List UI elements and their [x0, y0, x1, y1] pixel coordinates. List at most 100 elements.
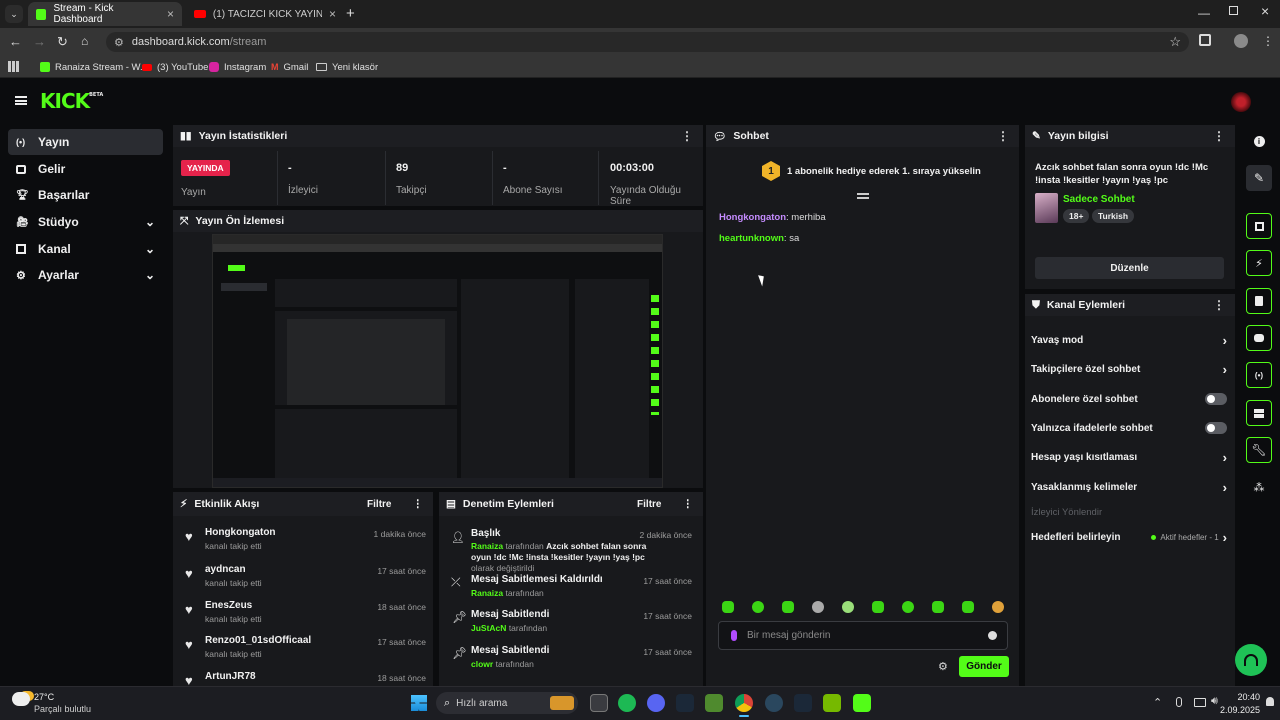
more-options-icon[interactable]: ⋮: [1213, 298, 1225, 312]
clip-icon[interactable]: [1246, 213, 1272, 239]
bookmark-ranaiza[interactable]: Ranaiza Stream - W...: [40, 58, 148, 76]
minimize-button[interactable]: —: [1198, 6, 1210, 20]
profile-avatar[interactable]: [1234, 34, 1248, 48]
emote-icon[interactable]: [902, 601, 914, 613]
display-tray-icon[interactable]: [1194, 698, 1206, 707]
emote-icon[interactable]: [962, 601, 974, 613]
more-options-icon[interactable]: ⋮: [997, 129, 1009, 143]
connections-icon[interactable]: ⁂: [1246, 474, 1272, 500]
sidebar-item-kanal[interactable]: Kanal ⌄: [8, 236, 163, 262]
edit-button[interactable]: Düzenle: [1035, 257, 1224, 279]
bookmark-folder[interactable]: Yeni klasör: [316, 58, 378, 76]
chat-bubble-icon[interactable]: [1246, 325, 1272, 351]
address-bar[interactable]: ⚙ dashboard.kick.com/stream ☆: [106, 32, 1189, 52]
close-tab-icon[interactable]: ×: [167, 7, 174, 21]
reload-icon[interactable]: ↻: [57, 34, 68, 50]
support-button[interactable]: [1235, 644, 1267, 676]
chat-goal-banner[interactable]: 1 1 abonelik hediye ederek 1. sıraya yük…: [762, 161, 981, 181]
taskbar-search[interactable]: ⌕ Hızlı arama: [436, 692, 578, 714]
slow-mode-row[interactable]: Yavaş mod ›: [1031, 330, 1227, 350]
lightning-icon[interactable]: ⚡︎: [1246, 250, 1272, 276]
layout-icon[interactable]: [1246, 400, 1272, 426]
wrench-icon[interactable]: 🔧︎: [1246, 437, 1272, 463]
activity-filter-button[interactable]: Filtre: [367, 499, 391, 510]
emote-icon[interactable]: [782, 601, 794, 613]
spotify-icon[interactable]: [618, 694, 636, 712]
microphone-icon[interactable]: [731, 630, 737, 641]
more-options-icon[interactable]: ⋮: [683, 498, 694, 510]
task-view-icon[interactable]: [590, 694, 608, 712]
notification-bell-icon[interactable]: [1266, 697, 1274, 706]
home-icon[interactable]: ⌂: [81, 34, 88, 48]
subs-only-toggle[interactable]: [1205, 393, 1227, 405]
edit-stream-icon[interactable]: ✎: [1246, 165, 1272, 191]
weather-icon[interactable]: [12, 692, 30, 706]
new-tab-button[interactable]: +: [346, 5, 355, 22]
chat-header: 💬︎ Sohbet ⋮: [706, 125, 1019, 147]
nvidia-icon[interactable]: [823, 694, 841, 712]
age-restriction-row[interactable]: Hesap yaşı kısıtlaması ›: [1031, 447, 1227, 467]
emote-icon[interactable]: [932, 601, 944, 613]
more-options-icon[interactable]: ⋮: [681, 129, 693, 143]
steam-alt-icon[interactable]: [765, 694, 783, 712]
notes-icon[interactable]: [1246, 288, 1272, 314]
hamburger-menu-icon[interactable]: [15, 96, 27, 105]
sidebar-item-gelir[interactable]: Gelir: [8, 156, 163, 182]
forward-icon[interactable]: →: [33, 34, 46, 49]
emote-icon[interactable]: [722, 601, 734, 613]
broadcast-icon[interactable]: (•): [1246, 362, 1272, 388]
followers-only-row[interactable]: Takipçilere özel sohbet ›: [1031, 359, 1227, 379]
sidebar-item-yayin[interactable]: (•) Yayın: [8, 129, 163, 155]
goals-row[interactable]: Hedefleri belirleyin Aktif hedefler - 1 ›: [1031, 527, 1227, 547]
extensions-icon[interactable]: [1199, 34, 1211, 46]
microphone-tray-icon[interactable]: [1176, 697, 1182, 707]
chat-input[interactable]: Bir mesaj gönderin: [718, 621, 1008, 650]
sidebar-item-ayarlar[interactable]: ⚙ Ayarlar ⌄: [8, 262, 163, 288]
banned-words-row[interactable]: Yasaklanmış kelimeler ›: [1031, 477, 1227, 497]
emote-icon[interactable]: [842, 601, 854, 613]
more-options-icon[interactable]: ⋮: [1213, 129, 1225, 143]
tab-kick-dashboard[interactable]: Stream - Kick Dashboard ×: [28, 2, 182, 26]
tab-list-button[interactable]: ⌄: [5, 5, 23, 23]
back-icon[interactable]: ←: [9, 34, 22, 49]
send-button[interactable]: Gönder: [959, 656, 1009, 677]
minecraft-icon[interactable]: [705, 694, 723, 712]
chat-collapse-icon[interactable]: [857, 193, 869, 199]
moderation-filter-button[interactable]: Filtre: [637, 499, 661, 510]
more-options-icon[interactable]: ⋮: [413, 498, 424, 510]
bookmark-instagram[interactable]: Instagram: [209, 58, 266, 76]
emoji-icon[interactable]: [988, 631, 997, 640]
chevron-down-icon: ⌄: [144, 268, 155, 282]
info-icon[interactable]: i: [1246, 128, 1272, 154]
tab-youtube[interactable]: (1) TACİZCİ KİCK YAYINCISI. - Yo ×: [186, 2, 344, 26]
browser-menu-icon[interactable]: ⋮: [1262, 34, 1274, 48]
kick-logo[interactable]: KICKBETA: [40, 89, 103, 113]
bookmark-gmail[interactable]: M Gmail: [271, 58, 308, 76]
discord-icon[interactable]: [647, 694, 665, 712]
kick-app-icon[interactable]: [853, 694, 871, 712]
bookmark-youtube[interactable]: (3) YouTube: [142, 58, 208, 76]
sidebar-item-studyo[interactable]: 🎥︎ Stüdyo ⌄: [8, 209, 163, 235]
emote-icon[interactable]: [752, 601, 764, 613]
site-info-icon[interactable]: ⚙: [114, 36, 124, 49]
apps-icon[interactable]: [8, 61, 19, 72]
steam-icon[interactable]: [676, 694, 694, 712]
chrome-icon[interactable]: [735, 694, 753, 712]
chat-settings-icon[interactable]: ⚙: [938, 660, 948, 673]
emote-icon[interactable]: [992, 601, 1004, 613]
clock-time[interactable]: 20:40: [1232, 692, 1260, 702]
close-tab-icon[interactable]: ×: [329, 7, 336, 21]
maximize-button[interactable]: [1229, 6, 1238, 15]
category-link[interactable]: Sadece Sohbet: [1063, 194, 1135, 205]
emote-icon[interactable]: [872, 601, 884, 613]
emotes-only-toggle[interactable]: [1205, 422, 1227, 434]
emote-icon[interactable]: [812, 601, 824, 613]
weather-temp[interactable]: 27°C: [34, 692, 54, 702]
steam-client-icon[interactable]: [794, 694, 812, 712]
sidebar-item-basarilar[interactable]: 🏆︎ Başarılar: [8, 182, 163, 208]
bookmark-star-icon[interactable]: ☆: [1169, 34, 1181, 50]
user-avatar[interactable]: [1231, 92, 1251, 112]
close-window-button[interactable]: ×: [1261, 3, 1269, 19]
tray-overflow-icon[interactable]: ⌃: [1153, 696, 1162, 709]
stream-preview-video[interactable]: [212, 234, 663, 488]
